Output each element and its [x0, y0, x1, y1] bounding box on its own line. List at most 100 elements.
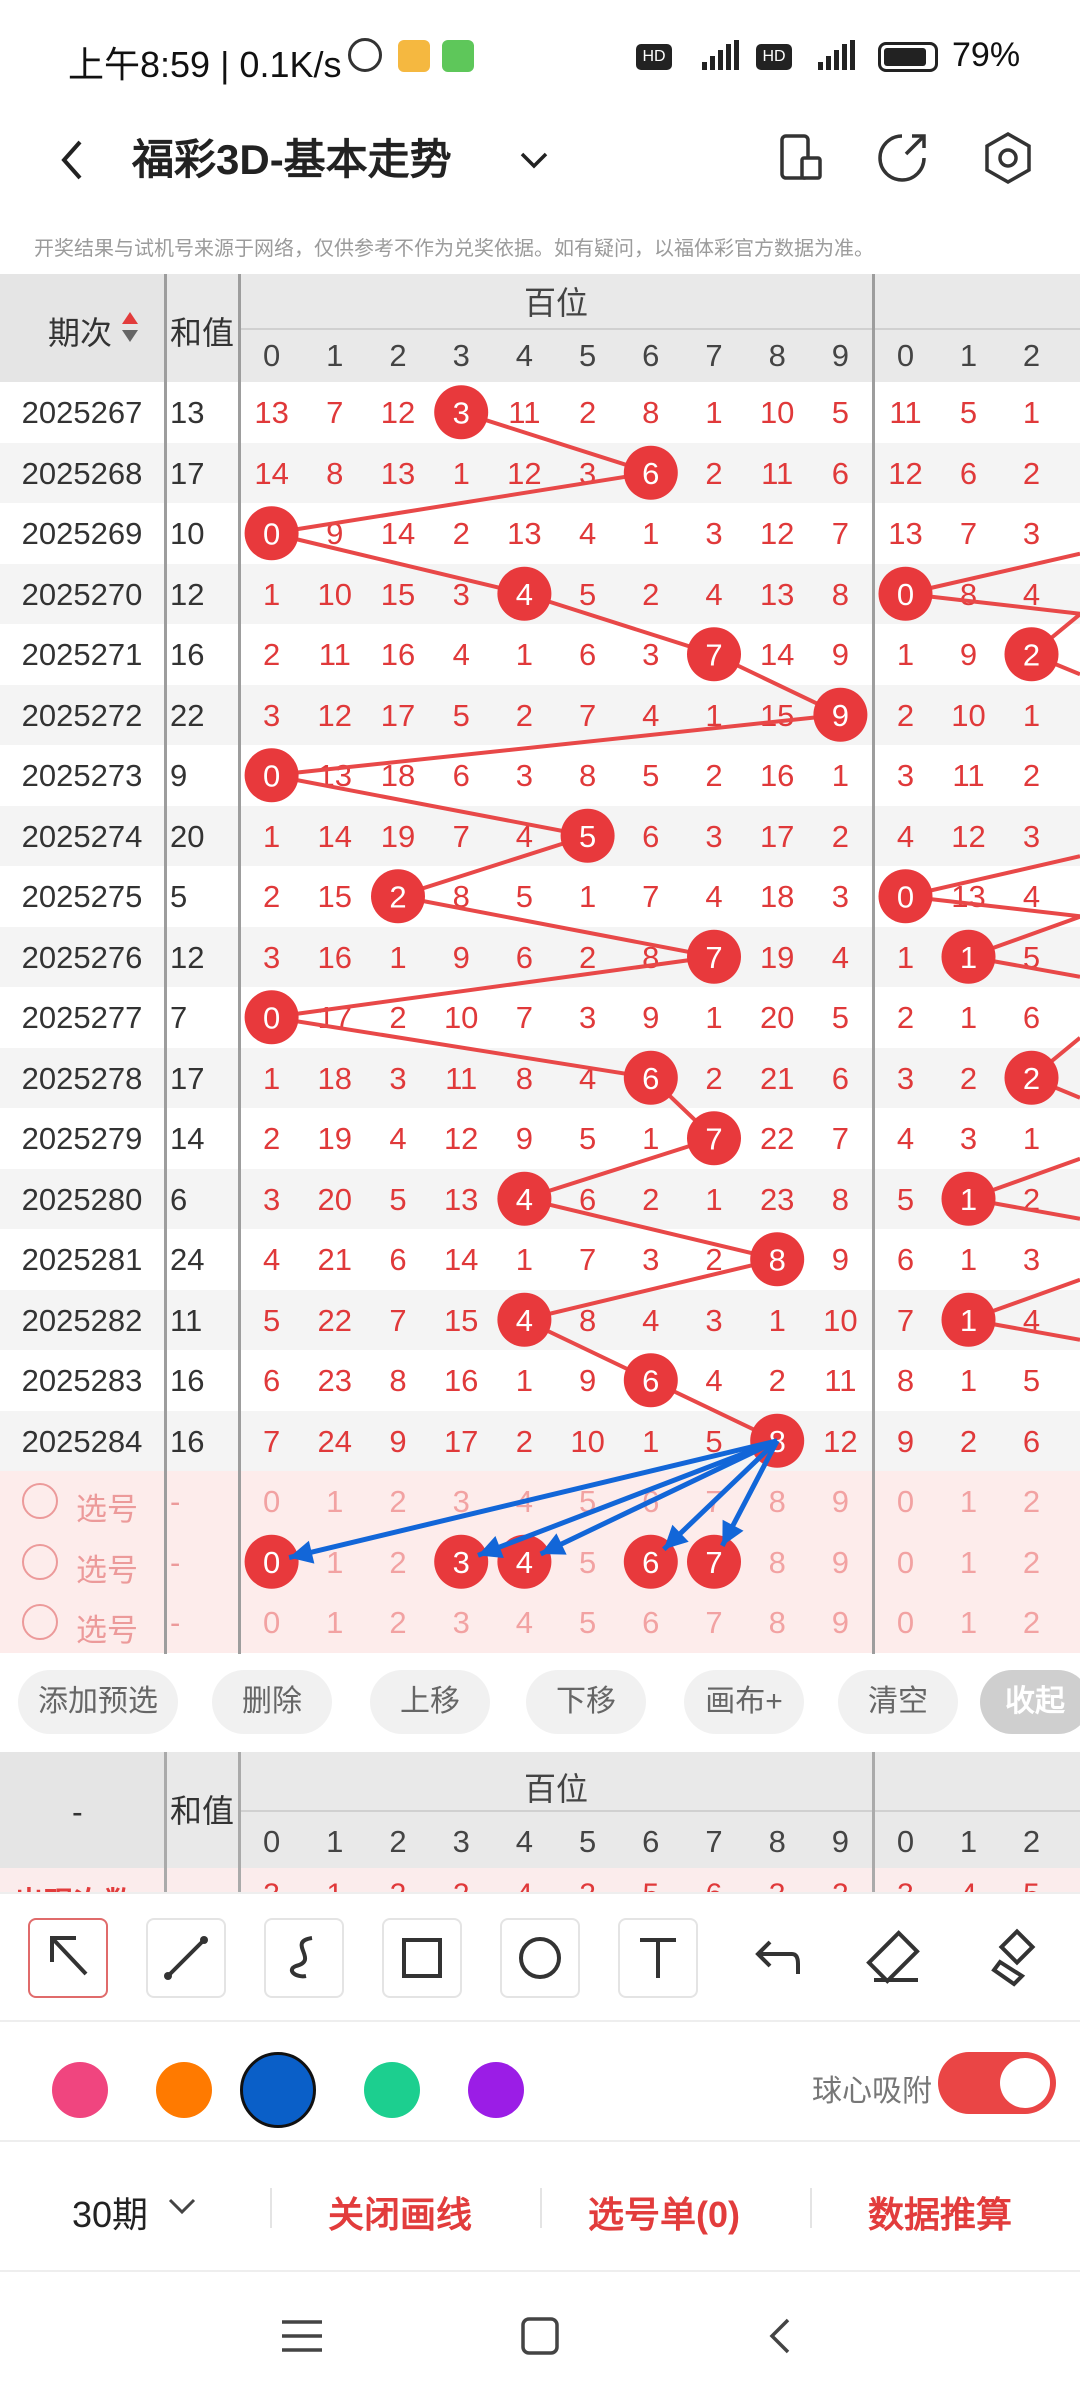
summary-section: - 和值 百位 0123456789012 出现次数 - 31224256323…: [0, 1752, 1080, 1892]
occurrence-values: 3122425632345: [0, 1868, 1080, 1892]
svg-text:1: 1: [960, 1182, 977, 1217]
winning-ball: 2: [1005, 627, 1059, 681]
svg-text:4: 4: [516, 1303, 533, 1338]
action-button[interactable]: 下移: [526, 1670, 646, 1734]
color-row: 球心吸附: [0, 2020, 1080, 2142]
svg-text:4: 4: [516, 1182, 533, 1217]
action-button[interactable]: 删除: [212, 1670, 332, 1734]
alarm-icon: [348, 38, 382, 72]
period-selector[interactable]: 30期: [72, 2186, 148, 2238]
col-divider: [164, 1752, 167, 1892]
color-swatch[interactable]: [468, 2062, 524, 2118]
trend-chart[interactable]: 期次 和值 百位 0123456789012 20252671313712311…: [0, 274, 1080, 1654]
drawing-overlay[interactable]: 360479052706748468020121103467: [0, 274, 1080, 1654]
digit-header: 1: [937, 1824, 1000, 1860]
battery-percent: 79%: [952, 36, 1020, 75]
action-button[interactable]: 画布+: [684, 1670, 804, 1734]
winning-ball: 6: [624, 446, 678, 500]
status-bar: 上午8:59 | 0.1K/s HD HD 79%: [0, 0, 1080, 110]
occurrence-value: 2: [556, 1878, 619, 1892]
occurrence-value: 4: [937, 1878, 1000, 1892]
winning-ball: 0: [879, 869, 933, 923]
winning-ball: 1: [942, 1293, 996, 1347]
color-swatch[interactable]: [156, 2062, 212, 2118]
home-icon[interactable]: [520, 2316, 560, 2356]
svg-text:0: 0: [263, 758, 280, 793]
winning-ball: 9: [813, 688, 867, 742]
digit-header: 1: [303, 1824, 366, 1860]
action-button[interactable]: 上移: [370, 1670, 490, 1734]
winning-ball: 8: [750, 1232, 804, 1286]
color-swatch[interactable]: [240, 2052, 316, 2128]
settings-icon[interactable]: [978, 128, 1038, 188]
back-nav-icon[interactable]: [760, 2316, 800, 2356]
occurrence-value: 6: [682, 1878, 745, 1892]
divider: [540, 2188, 542, 2228]
occurrence-value: 5: [619, 1878, 682, 1892]
winning-ball: 0: [245, 990, 299, 1044]
svg-text:7: 7: [705, 1545, 722, 1580]
action-button[interactable]: 添加预选: [18, 1670, 178, 1734]
svg-text:1: 1: [960, 1303, 977, 1338]
divider: [270, 2188, 272, 2228]
hundreds-trend-line: [272, 412, 841, 1441]
selected-ball: 0: [245, 1535, 299, 1589]
clear-canvas-icon[interactable]: [976, 1918, 1056, 1998]
selected-ball: 7: [687, 1535, 741, 1589]
svg-text:8: 8: [769, 1242, 786, 1277]
text-tool-icon[interactable]: [618, 1918, 698, 1998]
digit-header: 8: [746, 1824, 809, 1860]
svg-text:0: 0: [897, 879, 914, 914]
col-divider: [238, 1752, 241, 1892]
page-title[interactable]: 福彩3D-基本走势: [132, 126, 452, 187]
occurrence-value: 3: [240, 1878, 303, 1892]
data-calc-button[interactable]: 数据推算: [868, 2186, 1012, 2238]
drawing-toolbar: [0, 1892, 1080, 2022]
curve-tool-icon[interactable]: [264, 1918, 344, 1998]
svg-text:0: 0: [263, 1545, 280, 1580]
svg-text:5: 5: [579, 819, 596, 854]
pick-list-button[interactable]: 选号单(0): [588, 2186, 740, 2238]
occurrence-value: 1: [303, 1878, 366, 1892]
winning-ball: 6: [624, 1353, 678, 1407]
undo-icon[interactable]: [736, 1918, 816, 1998]
winning-ball: 4: [497, 1172, 551, 1226]
digit-header: 3: [430, 1824, 493, 1860]
svg-text:6: 6: [642, 1545, 659, 1580]
snap-toggle[interactable]: [938, 2052, 1056, 2114]
share-icon[interactable]: [872, 128, 932, 188]
summary-section-label: 百位: [240, 1764, 872, 1810]
color-swatch[interactable]: [52, 2062, 108, 2118]
digit-header: 5: [556, 1824, 619, 1860]
digit-header: 2: [366, 1824, 429, 1860]
occurrence-row: 出现次数 - 3122425632345: [0, 1868, 1080, 1892]
eraser-icon[interactable]: [856, 1918, 936, 1998]
rectangle-tool-icon[interactable]: [382, 1918, 462, 1998]
collapse-button[interactable]: 收起: [980, 1670, 1080, 1734]
system-nav-bar: [0, 2270, 1080, 2402]
digit-header: 0: [874, 1824, 937, 1860]
winning-ball: 4: [497, 567, 551, 621]
close-lines-button[interactable]: 关闭画线: [328, 2186, 472, 2238]
menu-icon[interactable]: [280, 2316, 324, 2356]
col-divider: [872, 1752, 875, 1892]
back-icon[interactable]: [44, 130, 104, 190]
arrow-tool-icon[interactable]: [28, 1918, 108, 1998]
circle-tool-icon[interactable]: [500, 1918, 580, 1998]
winning-ball: 0: [245, 748, 299, 802]
device-icon[interactable]: [770, 128, 830, 188]
battery-icon: [878, 42, 938, 72]
notes-app-icon: [398, 40, 430, 72]
occurrence-value: 5: [1000, 1878, 1063, 1892]
action-bar: 添加预选删除上移下移画布+ 清空收起: [0, 1664, 1080, 1744]
chevron-down-icon[interactable]: [164, 2188, 200, 2224]
winning-ball: 3: [434, 385, 488, 439]
line-tool-icon[interactable]: [146, 1918, 226, 1998]
action-button[interactable]: 清空: [838, 1670, 958, 1734]
chevron-down-icon[interactable]: [512, 130, 556, 190]
summary-divider: [240, 1810, 1080, 1812]
svg-text:4: 4: [516, 577, 533, 612]
toggle-knob: [1000, 2058, 1050, 2108]
drawn-arrow[interactable]: [664, 1441, 777, 1550]
color-swatch[interactable]: [364, 2062, 420, 2118]
